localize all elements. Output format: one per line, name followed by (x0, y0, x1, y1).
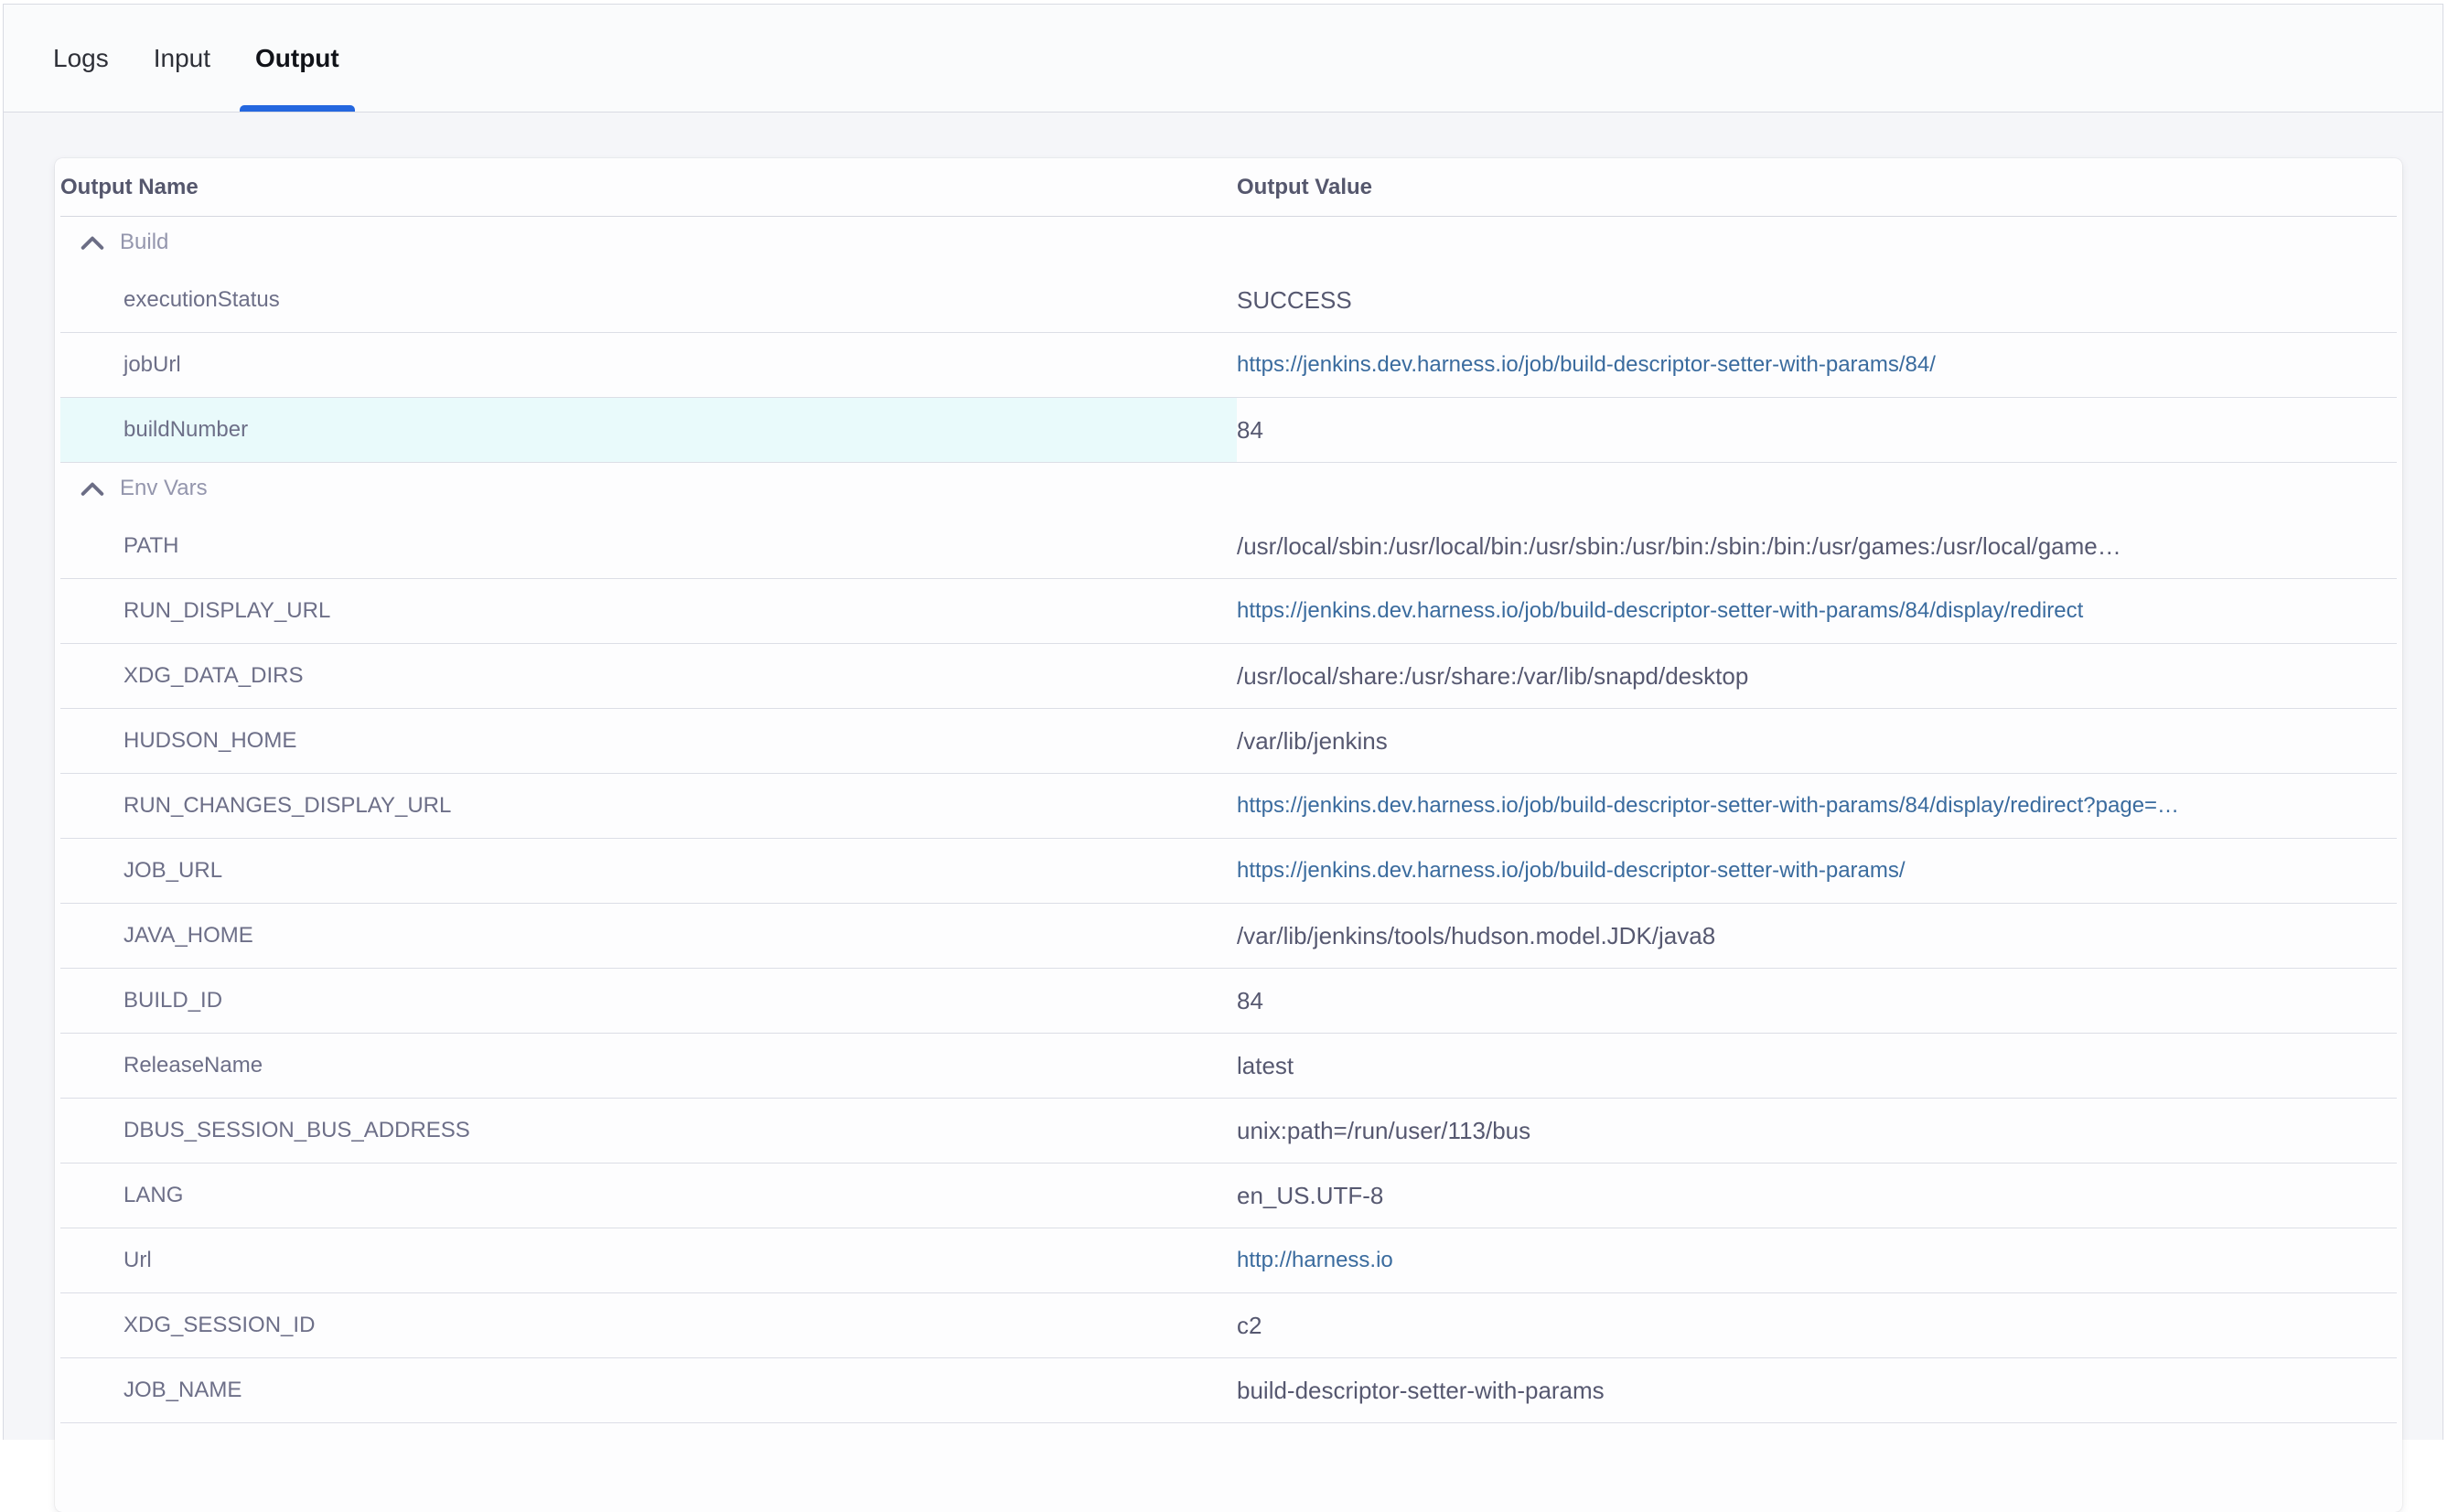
output-value-link[interactable]: http://harness.io (1237, 1228, 2397, 1292)
table-row-XDG_DATA_DIRS: XDG_DATA_DIRS/usr/local/share:/usr/share… (60, 644, 2397, 709)
output-tab-content: Output Name Output Value Build executionS… (4, 113, 2443, 1512)
chevron-up-icon-wrap[interactable] (81, 481, 104, 497)
group-row-env-vars[interactable]: Env Vars (60, 463, 2397, 514)
output-value-cell: /usr/local/sbin:/usr/local/bin:/usr/sbin… (1237, 514, 2397, 578)
output-name-cell: LANG (60, 1163, 1237, 1228)
table-row-JOB_URL: JOB_URLhttps://jenkins.dev.harness.io/jo… (60, 839, 2397, 904)
group-label: Env Vars (120, 476, 208, 501)
output-name-cell: buildNumber (60, 398, 1237, 462)
group-label: Build (120, 230, 168, 255)
output-value-cell: 84 (1237, 969, 2397, 1033)
output-name-cell: RUN_CHANGES_DISPLAY_URL (60, 774, 1237, 838)
output-name-cell: Url (60, 1228, 1237, 1292)
step-details-panel: Logs Input Output Output Name Output Value… (3, 4, 2443, 1440)
table-row-Url: Urlhttp://harness.io (60, 1228, 2397, 1293)
table-row-executionStatus: executionStatusSUCCESS (60, 268, 2397, 333)
tab-bar: Logs Input Output (4, 5, 2443, 113)
table-row-LANG: LANGen_US.UTF-8 (60, 1163, 2397, 1228)
output-name-cell: JOB_URL (60, 839, 1237, 903)
output-value-cell: unix:path=/run/user/113/bus (1237, 1099, 2397, 1163)
output-name-cell: executionStatus (60, 268, 1237, 332)
column-header-output-value: Output Value (1237, 175, 2397, 200)
output-value-cell: latest (1237, 1034, 2397, 1098)
tab-label: Output (255, 44, 339, 73)
table-row-BUILD_ID: BUILD_ID84 (60, 969, 2397, 1034)
output-name-cell: XDG_DATA_DIRS (60, 644, 1237, 708)
table-row-XDG_SESSION_ID: XDG_SESSION_IDc2 (60, 1293, 2397, 1358)
tab-logs[interactable]: Logs (38, 5, 124, 112)
output-name-cell: jobUrl (60, 333, 1237, 397)
table-row-buildNumber: buildNumber84 (60, 398, 2397, 463)
output-value-link[interactable]: https://jenkins.dev.harness.io/job/build… (1237, 839, 2397, 903)
table-row-JOB_NAME: JOB_NAMEbuild-descriptor-setter-with-par… (60, 1358, 2397, 1423)
output-name-cell: HUDSON_HOME (60, 709, 1237, 773)
output-table-card: Output Name Output Value Build executionS… (55, 158, 2402, 1512)
table-row-HUDSON_HOME: HUDSON_HOME/var/lib/jenkins (60, 709, 2397, 774)
output-rows: BuildexecutionStatusSUCCESSjobUrlhttps:/… (60, 217, 2397, 1423)
table-header-row: Output Name Output Value (60, 158, 2397, 217)
output-name-cell: BUILD_ID (60, 969, 1237, 1033)
output-name-cell: DBUS_SESSION_BUS_ADDRESS (60, 1099, 1237, 1163)
table-row-jobUrl: jobUrlhttps://jenkins.dev.harness.io/job… (60, 333, 2397, 398)
output-name-cell: RUN_DISPLAY_URL (60, 579, 1237, 643)
output-value-link[interactable]: https://jenkins.dev.harness.io/job/build… (1237, 333, 2397, 397)
chevron-up-icon-wrap[interactable] (81, 235, 104, 251)
output-name-cell: JAVA_HOME (60, 904, 1237, 968)
tab-input[interactable]: Input (138, 5, 226, 112)
active-tab-underline (240, 105, 355, 112)
output-name-cell: XDG_SESSION_ID (60, 1293, 1237, 1357)
output-value-cell: en_US.UTF-8 (1237, 1163, 2397, 1228)
table-row-PATH: PATH/usr/local/sbin:/usr/local/bin:/usr/… (60, 514, 2397, 579)
output-value-link[interactable]: https://jenkins.dev.harness.io/job/build… (1237, 579, 2397, 643)
output-value-cell: c2 (1237, 1293, 2397, 1357)
table-row-DBUS_SESSION_BUS_ADDRESS: DBUS_SESSION_BUS_ADDRESSunix:path=/run/u… (60, 1099, 2397, 1163)
group-row-build[interactable]: Build (60, 217, 2397, 268)
chevron-up-icon[interactable] (81, 481, 104, 497)
output-value-cell: /var/lib/jenkins (1237, 709, 2397, 773)
output-name-cell: PATH (60, 514, 1237, 578)
output-value-cell: /usr/local/share:/usr/share:/var/lib/sna… (1237, 644, 2397, 708)
output-value-cell: /var/lib/jenkins/tools/hudson.model.JDK/… (1237, 904, 2397, 968)
chevron-up-icon[interactable] (81, 235, 104, 251)
tab-label: Logs (53, 44, 109, 73)
output-value-cell: 84 (1237, 398, 2397, 462)
output-value-link[interactable]: https://jenkins.dev.harness.io/job/build… (1237, 774, 2397, 838)
tab-output[interactable]: Output (240, 5, 355, 112)
column-header-output-name: Output Name (60, 175, 1237, 200)
table-row-RUN_DISPLAY_URL: RUN_DISPLAY_URLhttps://jenkins.dev.harne… (60, 579, 2397, 644)
output-name-cell: ReleaseName (60, 1034, 1237, 1098)
output-value-cell: SUCCESS (1237, 268, 2397, 332)
tab-label: Input (154, 44, 210, 73)
output-name-cell: JOB_NAME (60, 1358, 1237, 1422)
output-value-cell: build-descriptor-setter-with-params (1237, 1358, 2397, 1422)
table-row-RUN_CHANGES_DISPLAY_URL: RUN_CHANGES_DISPLAY_URLhttps://jenkins.d… (60, 774, 2397, 839)
table-row-JAVA_HOME: JAVA_HOME/var/lib/jenkins/tools/hudson.m… (60, 904, 2397, 969)
table-row-ReleaseName: ReleaseNamelatest (60, 1034, 2397, 1099)
